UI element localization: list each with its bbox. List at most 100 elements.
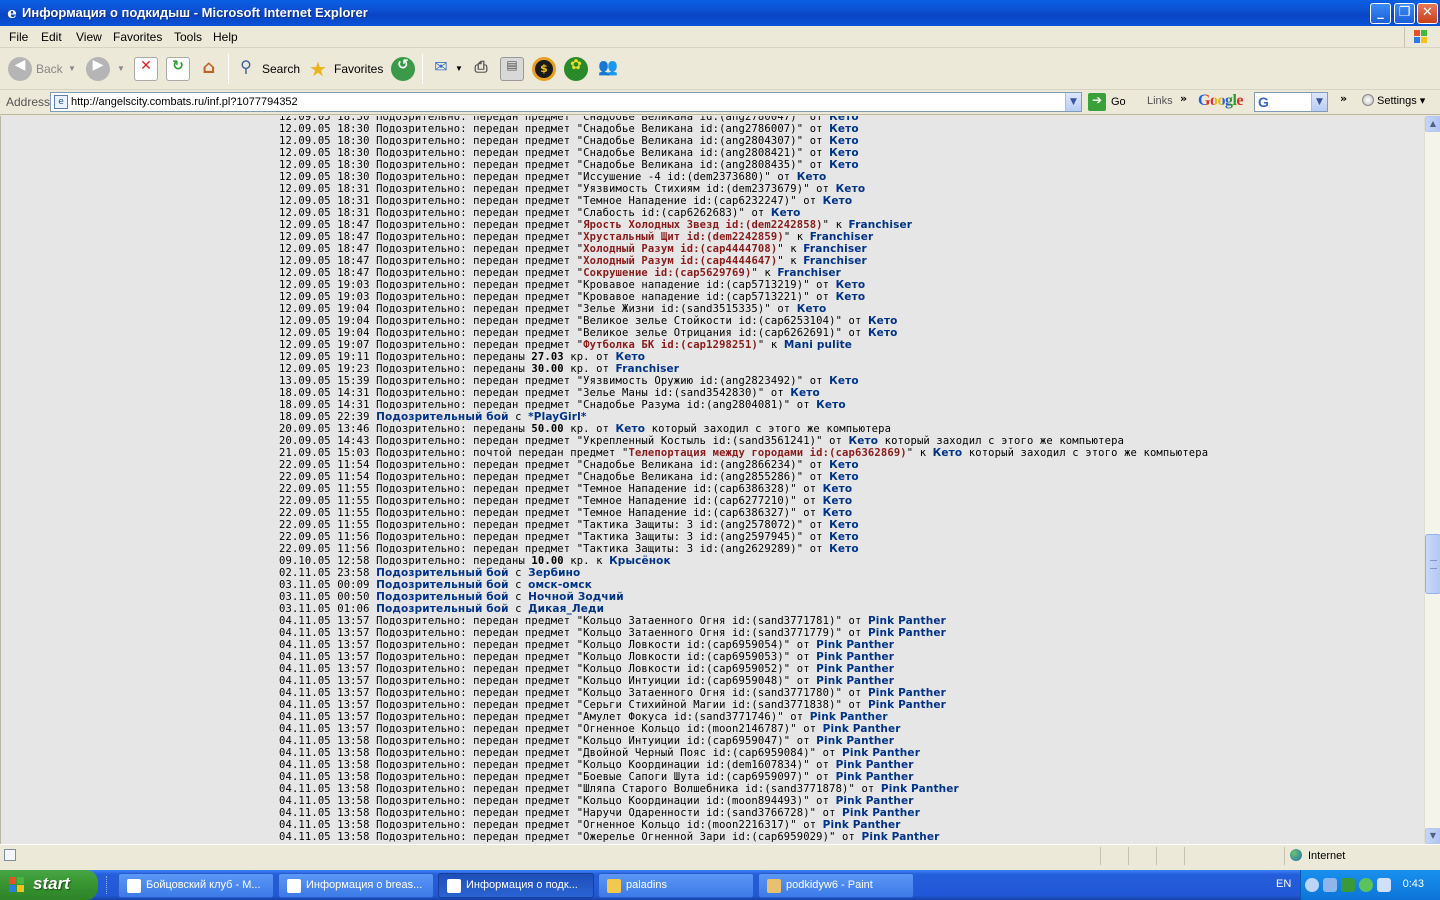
player-link[interactable]: Кето — [823, 195, 853, 207]
player-link[interactable]: Кето — [790, 387, 820, 399]
restore-button[interactable]: ❐ — [1394, 3, 1415, 24]
player-link[interactable]: Pink Panther — [816, 639, 894, 651]
player-link[interactable]: Franchiser — [616, 363, 680, 375]
player-link[interactable]: Pink Panther — [842, 807, 920, 819]
messenger-button[interactable]: 👥 — [596, 55, 622, 83]
taskbar-task[interactable]: Бойцовский клуб - M... — [118, 873, 274, 898]
tray-star-icon[interactable] — [1377, 878, 1391, 892]
player-link[interactable]: Pink Panther — [810, 711, 888, 723]
menu-view[interactable]: View — [76, 30, 102, 44]
back-button[interactable]: ◀ Back ▼ — [6, 55, 78, 83]
taskbar-task-active[interactable]: Информация о подк... — [438, 873, 594, 898]
player-link[interactable]: Pink Panther — [842, 747, 920, 759]
title-bar[interactable]: e Информация о подкидыш - Microsoft Inte… — [0, 0, 1440, 26]
player-link[interactable]: Кето — [816, 399, 846, 411]
refresh-button[interactable]: ↻ — [166, 55, 192, 83]
player-link[interactable]: Pink Panther — [881, 783, 959, 795]
player-link[interactable]: Pink Panther — [836, 795, 914, 807]
player-link[interactable]: Pink Panther — [823, 819, 901, 831]
player-link[interactable]: Pink Panther — [816, 651, 894, 663]
player-link[interactable]: Кето — [829, 519, 859, 531]
player-link[interactable]: Franchiser — [803, 255, 867, 267]
player-link[interactable]: Кето — [829, 147, 859, 159]
mail-button[interactable]: ✉ ▼ — [429, 55, 465, 83]
player-link[interactable]: Pink Panther — [868, 627, 946, 639]
player-link[interactable]: Pink Panther — [868, 687, 946, 699]
taskbar-task[interactable]: Информация о breas... — [278, 873, 434, 898]
player-link[interactable]: Pink Panther — [816, 675, 894, 687]
player-link[interactable]: *PlayGirl* — [528, 411, 586, 423]
menu-help[interactable]: Help — [213, 30, 238, 44]
player-link[interactable]: Кето — [836, 279, 866, 291]
links-label[interactable]: Links — [1147, 95, 1173, 107]
player-link[interactable]: Franchiser — [777, 267, 841, 279]
vertical-scrollbar[interactable]: ▲ ▼ — [1424, 116, 1440, 844]
player-link[interactable]: омск-омск — [528, 579, 592, 591]
player-link[interactable]: Mani pulite — [784, 339, 852, 351]
player-link[interactable]: Pink Panther — [836, 759, 914, 771]
tray-flower-icon[interactable] — [1359, 878, 1373, 892]
stop-button[interactable]: ✕ — [134, 55, 160, 83]
taskbar-task[interactable]: podkidyw6 - Paint — [758, 873, 914, 898]
player-link[interactable]: Franchiser — [810, 231, 874, 243]
close-button[interactable]: ✕ — [1417, 3, 1438, 24]
suspicious-fight-link[interactable]: Подозрительный бой — [376, 579, 509, 591]
favorites-button[interactable]: ★ Favorites — [306, 55, 384, 83]
player-link[interactable]: Кето — [829, 471, 859, 483]
menu-tools[interactable]: Tools — [174, 30, 202, 44]
player-link[interactable]: Кето — [616, 423, 646, 435]
player-link[interactable]: Кето — [823, 483, 853, 495]
search-button[interactable]: ⚲ Search — [234, 55, 300, 83]
suspicious-fight-link[interactable]: Подозрительный бой — [376, 603, 509, 615]
player-link[interactable]: Кето — [797, 303, 827, 315]
player-link[interactable]: Кето — [829, 159, 859, 171]
player-link[interactable]: Franchiser — [803, 243, 867, 255]
player-link[interactable]: Кето — [829, 375, 859, 387]
player-link[interactable]: Pink Panther — [816, 663, 894, 675]
address-dropdown-icon[interactable]: ▼ — [1065, 93, 1081, 111]
history-button[interactable]: ↺ — [391, 55, 417, 83]
toolbar-chevron-icon[interactable]: » — [1340, 92, 1347, 105]
player-link[interactable]: Кето — [829, 459, 859, 471]
player-link[interactable]: Зербино — [528, 567, 580, 579]
player-link[interactable]: Кето — [868, 327, 898, 339]
player-link[interactable]: Кето — [829, 543, 859, 555]
language-indicator[interactable]: EN — [1276, 878, 1291, 890]
player-link[interactable]: Pink Panther — [861, 831, 939, 843]
player-link[interactable]: Дикая_Леди — [528, 603, 604, 615]
tray-app-icon[interactable] — [1341, 878, 1355, 892]
settings-button[interactable]: Settings ▾ — [1362, 94, 1425, 107]
player-link[interactable]: Pink Panther — [823, 723, 901, 735]
taskbar-task[interactable]: paladins — [598, 873, 754, 898]
plugin-button[interactable]: ✿ — [564, 55, 590, 83]
player-link[interactable]: Кето — [771, 207, 801, 219]
tray-expand-icon[interactable] — [1305, 878, 1319, 892]
player-link[interactable]: Pink Panther — [868, 699, 946, 711]
player-link[interactable]: Кето — [829, 116, 859, 123]
suspicious-fight-link[interactable]: Подозрительный бой — [376, 591, 509, 603]
player-link[interactable]: Pink Panther — [816, 735, 894, 747]
home-button[interactable]: ⌂ — [197, 55, 223, 83]
player-link[interactable]: Кето — [797, 171, 827, 183]
player-link[interactable]: Кето — [836, 183, 866, 195]
suspicious-fight-link[interactable]: Подозрительный бой — [376, 411, 509, 423]
network-icon[interactable] — [1323, 878, 1337, 892]
player-link[interactable]: Кето — [933, 447, 963, 459]
player-link[interactable]: Franchiser — [849, 219, 913, 231]
scroll-up-icon[interactable]: ▲ — [1425, 116, 1440, 132]
chevron-down-icon[interactable]: ▼ — [1311, 93, 1327, 111]
poker-chip-button[interactable]: $ — [532, 55, 558, 83]
minimize-button[interactable]: _ — [1370, 3, 1391, 24]
player-link[interactable]: Ночной Зодчий — [528, 591, 624, 603]
player-link[interactable]: Кето — [823, 507, 853, 519]
player-link[interactable]: Крысёнок — [609, 555, 671, 567]
address-input[interactable]: e http://angelscity.combats.ru/inf.pl?10… — [50, 92, 1082, 112]
start-button[interactable]: start — [0, 870, 98, 900]
menu-file[interactable]: File — [9, 30, 28, 44]
forward-button[interactable]: ▶ ▼ — [86, 55, 126, 83]
player-link[interactable]: Pink Panther — [868, 615, 946, 627]
player-link[interactable]: Кето — [836, 291, 866, 303]
suspicious-fight-link[interactable]: Подозрительный бой — [376, 567, 509, 579]
links-chevron-icon[interactable]: » — [1180, 92, 1187, 105]
player-link[interactable]: Кето — [829, 123, 859, 135]
